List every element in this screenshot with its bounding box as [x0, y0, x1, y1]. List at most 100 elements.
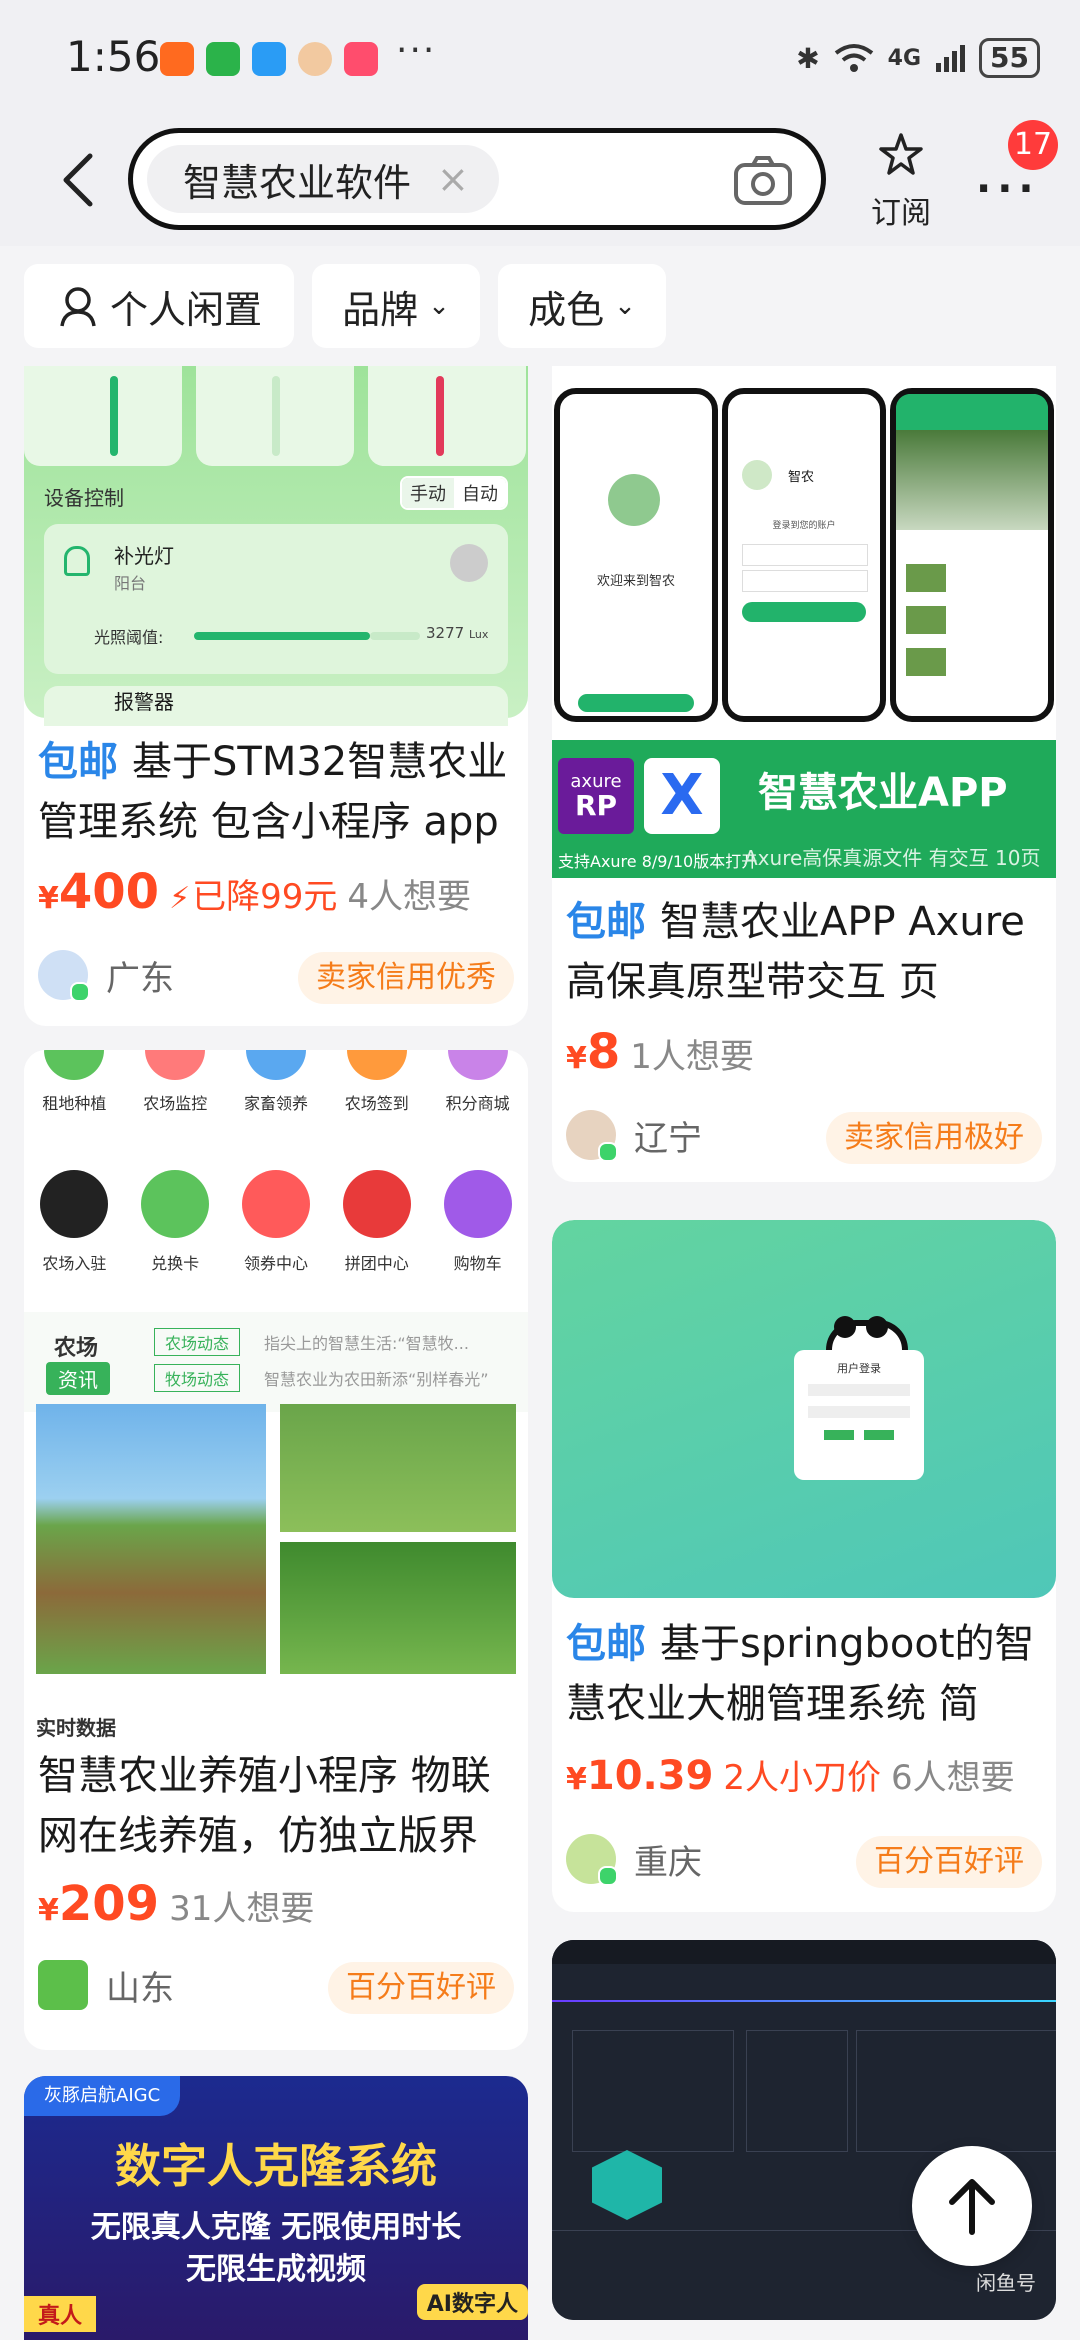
- product-card[interactable]: 设备控制 手动 自动 补光灯 阳台 光照阈值: 3277 Lux 报警器 包邮基…: [24, 366, 528, 1026]
- icon-row: 农场入驻 兑换卡 领券中心 拼团中心 购物车: [24, 1170, 528, 1274]
- phone-mockup: 欢迎来到智农: [554, 388, 718, 722]
- product-price: ¥400 ⚡ 已降99元 4人想要: [38, 864, 471, 920]
- realtime-label: 实时数据: [36, 1716, 116, 1740]
- seller-region: 重庆: [634, 1842, 702, 1883]
- avatar: [38, 1960, 88, 2010]
- device-name: 补光灯: [114, 544, 174, 568]
- promo-brand: 灰豚启航AIGC: [24, 2076, 181, 2116]
- product-image: 欢迎来到智农 智农 登录到您的账户 axure RP X 智慧农业APP 支持Ax…: [552, 366, 1056, 878]
- more-menu-button[interactable]: ···: [976, 166, 1040, 212]
- search-query-text: 智慧农业软件: [183, 160, 412, 205]
- back-icon[interactable]: [52, 150, 112, 210]
- device-section-title: 设备控制: [44, 486, 124, 510]
- currency-symbol: ¥: [38, 1893, 59, 1928]
- status-time: 1:56: [66, 32, 161, 81]
- lightning-icon: ⚡: [169, 881, 191, 916]
- product-price: ¥10.39 2人小刀价 6人想要: [566, 1750, 1015, 1799]
- filter-personal[interactable]: 个人闲置: [24, 264, 294, 348]
- seller-info: 广东: [38, 950, 174, 1002]
- avatar: [566, 1110, 618, 1162]
- avatar-app-icon: [298, 42, 332, 76]
- seller-credit-badge: 百分百好评: [328, 1962, 514, 2014]
- product-card[interactable]: 用户登录 包邮 基于springboot的智慧农业大棚管理系统 简 ¥10.39 …: [552, 1220, 1056, 1912]
- price-amount: 400: [58, 864, 160, 920]
- seller-credit-badge: 卖家信用极好: [826, 1112, 1042, 1164]
- price-amount: 8: [586, 1024, 621, 1080]
- subscribe-button[interactable]: 订阅: [862, 130, 940, 232]
- book-app-icon: [344, 42, 378, 76]
- icon-row: 租地种植 农场监控 家畜领养 农场签到 积分商城: [24, 1050, 528, 1114]
- camera-icon[interactable]: [733, 155, 793, 207]
- product-price: ¥8 1人想要: [566, 1024, 754, 1080]
- filter-condition[interactable]: 成色 ⌄: [498, 264, 666, 348]
- star-plus-icon: [879, 133, 923, 175]
- status-bar: 1:56 ··· ✱ 4G 55: [0, 0, 1080, 120]
- chevron-down-icon: ⌄: [428, 291, 450, 321]
- notification-app-icons: [160, 42, 378, 76]
- wechat-icon: [206, 42, 240, 76]
- subscribe-label: 订阅: [871, 196, 931, 231]
- currency-symbol: ¥: [38, 881, 59, 916]
- phone-mockup: 智农 登录到您的账户: [722, 388, 886, 722]
- phone-mockup: [890, 388, 1054, 722]
- app-notif-icon: [160, 42, 194, 76]
- filter-label: 品牌: [342, 287, 419, 332]
- login-panel: 用户登录: [794, 1350, 924, 1480]
- back-to-top-button[interactable]: [912, 2146, 1032, 2266]
- promo-line: 无限真人克隆 无限使用时长: [90, 2210, 462, 2245]
- mode-toggle: 手动 自动: [400, 476, 508, 510]
- product-image: 用户登录: [552, 1220, 1056, 1598]
- product-card[interactable]: 欢迎来到智农 智农 登录到您的账户 axure RP X 智慧农业APP 支持Ax…: [552, 366, 1056, 1182]
- device-location: 阳台: [114, 574, 147, 593]
- wifi-icon: [834, 44, 873, 72]
- device-panel: 补光灯 阳台 光照阈值: 3277 Lux: [44, 524, 508, 674]
- notification-badge: 17: [1008, 120, 1058, 170]
- filter-brand[interactable]: 品牌 ⌄: [312, 264, 480, 348]
- filter-bar: 个人闲置 品牌 ⌄ 成色 ⌄: [0, 246, 1080, 366]
- promo-banner: axure RP X 智慧农业APP 支持Axure 8/9/10版本打开 Axu…: [552, 740, 1056, 878]
- product-card[interactable]: 灰豚启航AIGC 数字人克隆系统 无限真人克隆 无限使用时长 无限生成视频 真人…: [24, 2076, 528, 2340]
- promo-tag-real: 真人: [24, 2296, 97, 2332]
- seller-region: 山东: [106, 1968, 174, 2009]
- currency-symbol: ¥: [566, 1041, 587, 1076]
- free-shipping-label: 包邮: [566, 899, 646, 945]
- power-icon: [450, 544, 488, 582]
- watermark: 闲鱼号: [976, 2271, 1036, 2295]
- banner-support: 支持Axure 8/9/10版本打开: [558, 852, 758, 871]
- product-image: 灰豚启航AIGC 数字人克隆系统 无限真人克隆 无限使用时长 无限生成视频 真人…: [24, 2076, 528, 2340]
- seller-info: 辽宁: [566, 1110, 702, 1162]
- signal-icon: [936, 45, 966, 72]
- want-count: 4人想要: [347, 877, 472, 917]
- seller-region: 辽宁: [634, 1118, 702, 1159]
- seller-credit-badge: 卖家信用优秀: [298, 952, 514, 1004]
- product-image: 设备控制 手动 自动 补光灯 阳台 光照阈值: 3277 Lux 报警器: [24, 366, 528, 726]
- threshold-label: 光照阈值:: [94, 628, 164, 647]
- person-icon: [60, 287, 96, 327]
- want-count: 31人想要: [169, 1889, 315, 1929]
- seller-info: 山东: [38, 1960, 174, 2010]
- free-shipping-label: 包邮: [566, 1621, 646, 1667]
- product-title: 包邮 智慧农业APP Axure 高保真原型带交互 页: [566, 892, 1046, 1012]
- product-image: 租地种植 农场监控 家畜领养 农场签到 积分商城 农场入驻 兑换卡 领券中心 拼…: [24, 1050, 528, 1750]
- want-count: 6人想要: [891, 1758, 1015, 1798]
- news-block: 农场 资讯 农场动态 牧场动态 指尖上的智慧生活:“智慧牧... 智慧农业为农田…: [24, 1312, 528, 1412]
- hexagon-icon: [592, 2150, 662, 2220]
- filter-label: 个人闲置: [109, 287, 262, 332]
- seller-region: 广东: [106, 958, 174, 999]
- farm-photo: [280, 1542, 516, 1674]
- search-header: 智慧农业软件 × 订阅 ··· 17: [0, 120, 1080, 246]
- seller-credit-badge: 百分百好评: [856, 1836, 1042, 1888]
- price-amount: 209: [58, 1876, 160, 1932]
- message-icon: [252, 42, 286, 76]
- chevron-down-icon: ⌄: [614, 291, 636, 321]
- product-title: 智慧农业养殖小程序 物联网在线养殖，仿独立版界: [38, 1753, 491, 1859]
- seller-info: 重庆: [566, 1834, 702, 1886]
- clear-icon[interactable]: ×: [437, 157, 469, 201]
- banner-title: 智慧农业APP: [758, 770, 1008, 816]
- product-card[interactable]: 租地种植 农场监控 家畜领养 农场签到 积分商城 农场入驻 兑换卡 领券中心 拼…: [24, 1050, 528, 2050]
- search-box[interactable]: 智慧农业软件 ×: [128, 128, 826, 230]
- free-shipping-label: 包邮: [38, 739, 118, 785]
- promo-tag-ai: AI数字人: [416, 2284, 528, 2320]
- price-amount: 10.39: [586, 1753, 714, 1799]
- search-query-chip[interactable]: 智慧农业软件 ×: [147, 145, 499, 213]
